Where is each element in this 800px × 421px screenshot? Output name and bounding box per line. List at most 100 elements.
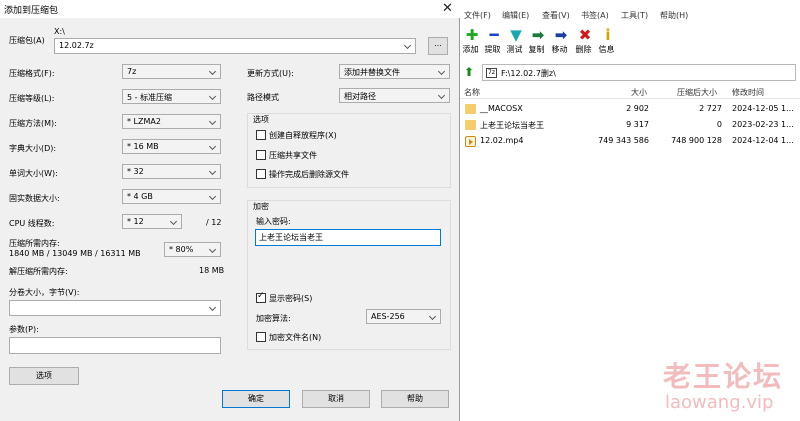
- decompress-memory-value: 18 MB: [199, 266, 225, 275]
- chevron-down-icon: [439, 69, 446, 76]
- update-mode-combo[interactable]: 添加并替换文件: [339, 64, 450, 79]
- toolbar-move-button[interactable]: ➡ 移动: [551, 26, 571, 60]
- password-label: 输入密码:: [256, 217, 291, 226]
- memory-percent-value: * 80%: [169, 245, 194, 254]
- file-size: 2 902: [626, 104, 649, 113]
- browse-button[interactable]: ...: [428, 37, 448, 55]
- column-packed[interactable]: 压缩后大小: [677, 87, 717, 98]
- toolbar-delete-button[interactable]: ✖ 删除: [575, 26, 595, 60]
- path-mode-combo[interactable]: 相对路径: [339, 88, 450, 103]
- file-row[interactable]: __MACOSX 2 902 2 727 2024-12-05 1...: [458, 101, 800, 117]
- word-size-value: * 32: [127, 167, 144, 176]
- chevron-down-icon: [210, 247, 217, 254]
- level-combo[interactable]: 5 - 标准压缩: [122, 89, 221, 104]
- menu-edit[interactable]: 编辑(E): [502, 10, 529, 21]
- address-bar[interactable]: 7z F:\12.02.7删z\: [482, 64, 796, 81]
- file-row[interactable]: 12.02.mp4 749 343 586 748 900 128 2024-1…: [458, 133, 800, 149]
- menu-view[interactable]: 查看(V): [542, 10, 570, 21]
- word-size-combo[interactable]: * 32: [122, 164, 221, 179]
- format-value: 7z: [127, 67, 137, 76]
- archive-icon: 7z: [486, 68, 497, 78]
- sfx-checkbox[interactable]: [256, 130, 266, 140]
- toolbar-info-button[interactable]: i 信息: [598, 26, 618, 60]
- menu-tools[interactable]: 工具(T): [621, 10, 648, 21]
- delete-after-checkbox[interactable]: [256, 169, 266, 179]
- parameters-input[interactable]: [9, 337, 221, 354]
- encryption-method-label: 加密算法:: [256, 314, 291, 323]
- toolbar-copy-button[interactable]: ➡ 复制: [528, 26, 548, 60]
- solid-size-value: * 4 GB: [127, 192, 153, 201]
- chevron-down-icon: [210, 194, 217, 201]
- dictionary-combo[interactable]: * 16 MB: [122, 139, 221, 154]
- file-modified: 2023-02-23 1...: [732, 120, 794, 129]
- archive-label: 压缩包(A): [9, 36, 45, 45]
- method-value: * LZMA2: [127, 117, 161, 126]
- encrypt-names-checkbox[interactable]: [256, 332, 266, 342]
- update-mode-value: 添加并替换文件: [344, 68, 400, 77]
- column-size[interactable]: 大小: [631, 87, 647, 98]
- watermark-url: laowang.vip: [665, 392, 774, 413]
- menu-help[interactable]: 帮助(H): [660, 10, 688, 21]
- memory-detail: 1840 MB / 13049 MB / 16311 MB: [9, 249, 141, 258]
- toolbar-move-label: 移动: [551, 45, 568, 54]
- toolbar-test-button[interactable]: ▼ 测试: [506, 26, 526, 60]
- folder-icon: [465, 104, 476, 114]
- copy-icon: ➡: [531, 26, 545, 44]
- toolbar-test-label: 测试: [506, 45, 523, 54]
- parameters-label: 参数(P):: [9, 325, 39, 334]
- chevron-down-icon: [171, 219, 178, 226]
- method-label: 压缩方法(M):: [9, 119, 57, 128]
- options-button[interactable]: 选项: [9, 367, 79, 385]
- chevron-down-icon: [210, 119, 217, 126]
- level-value: 5 - 标准压缩: [127, 93, 173, 102]
- fm-menubar: 文件(F) 编辑(E) 查看(V) 书签(A) 工具(T) 帮助(H): [458, 8, 800, 22]
- volume-size-label: 分卷大小，字节(V):: [9, 288, 80, 297]
- toolbar-extract-button[interactable]: ━ 提取: [484, 26, 504, 60]
- toolbar-add-label: 添加: [462, 45, 479, 54]
- file-list-header: 名称 大小 压缩后大小 修改时间: [458, 85, 800, 99]
- encryption-method-combo[interactable]: AES-256: [366, 309, 441, 324]
- memory-percent-combo[interactable]: * 80%: [164, 242, 221, 257]
- column-modified[interactable]: 修改时间: [732, 87, 764, 98]
- file-packed: 2 727: [699, 104, 722, 113]
- file-size: 9 317: [626, 120, 649, 129]
- chevron-down-icon: [210, 69, 217, 76]
- chevron-down-icon: [430, 314, 437, 321]
- chevron-down-icon: [405, 43, 412, 50]
- watermark-logo: 老王论坛: [663, 360, 784, 393]
- toolbar-add-button[interactable]: ✚ 添加: [462, 26, 482, 60]
- column-name[interactable]: 名称: [464, 87, 480, 98]
- up-folder-icon[interactable]: ⬆: [462, 64, 476, 81]
- password-input[interactable]: 上老王论坛当老王: [255, 229, 441, 246]
- file-name: 上老王论坛当老王: [480, 121, 544, 130]
- chevron-down-icon: [210, 144, 217, 151]
- path-mode-label: 路径模式: [247, 93, 279, 102]
- file-packed: 748 900 128: [671, 136, 722, 145]
- help-button[interactable]: 帮助: [381, 390, 449, 408]
- dictionary-value: * 16 MB: [127, 142, 159, 151]
- format-combo[interactable]: 7z: [122, 64, 221, 79]
- archive-name-combo[interactable]: 12.02.7z: [54, 38, 416, 54]
- toolbar-extract-label: 提取: [484, 45, 501, 54]
- solid-size-combo[interactable]: * 4 GB: [122, 189, 221, 204]
- menu-bookmarks[interactable]: 书签(A): [581, 10, 609, 21]
- cpu-threads-label: CPU 线程数:: [9, 219, 55, 228]
- show-password-label: 显示密码(S): [269, 294, 313, 303]
- cpu-threads-combo[interactable]: * 12: [122, 214, 182, 229]
- shared-files-label: 压缩共享文件: [269, 151, 317, 160]
- ok-button[interactable]: 确定: [222, 390, 290, 408]
- info-icon: i: [605, 26, 611, 44]
- menu-file[interactable]: 文件(F): [464, 10, 491, 21]
- shared-files-checkbox[interactable]: [256, 150, 266, 160]
- add-icon: ✚: [465, 26, 479, 44]
- volume-size-combo[interactable]: [9, 300, 221, 316]
- dictionary-label: 字典大小(D):: [9, 144, 57, 153]
- close-icon[interactable]: ✕: [442, 1, 453, 16]
- cancel-button[interactable]: 取消: [302, 390, 370, 408]
- decompress-memory-label: 解压缩所需内存:: [9, 267, 68, 276]
- file-row[interactable]: 上老王论坛当老王 9 317 0 2023-02-23 1...: [458, 117, 800, 133]
- sfx-label: 创建自释放程序(X): [269, 131, 337, 140]
- show-password-checkbox[interactable]: [256, 291, 266, 303]
- method-combo[interactable]: * LZMA2: [122, 114, 221, 129]
- encryption-group-title: 加密: [253, 202, 269, 211]
